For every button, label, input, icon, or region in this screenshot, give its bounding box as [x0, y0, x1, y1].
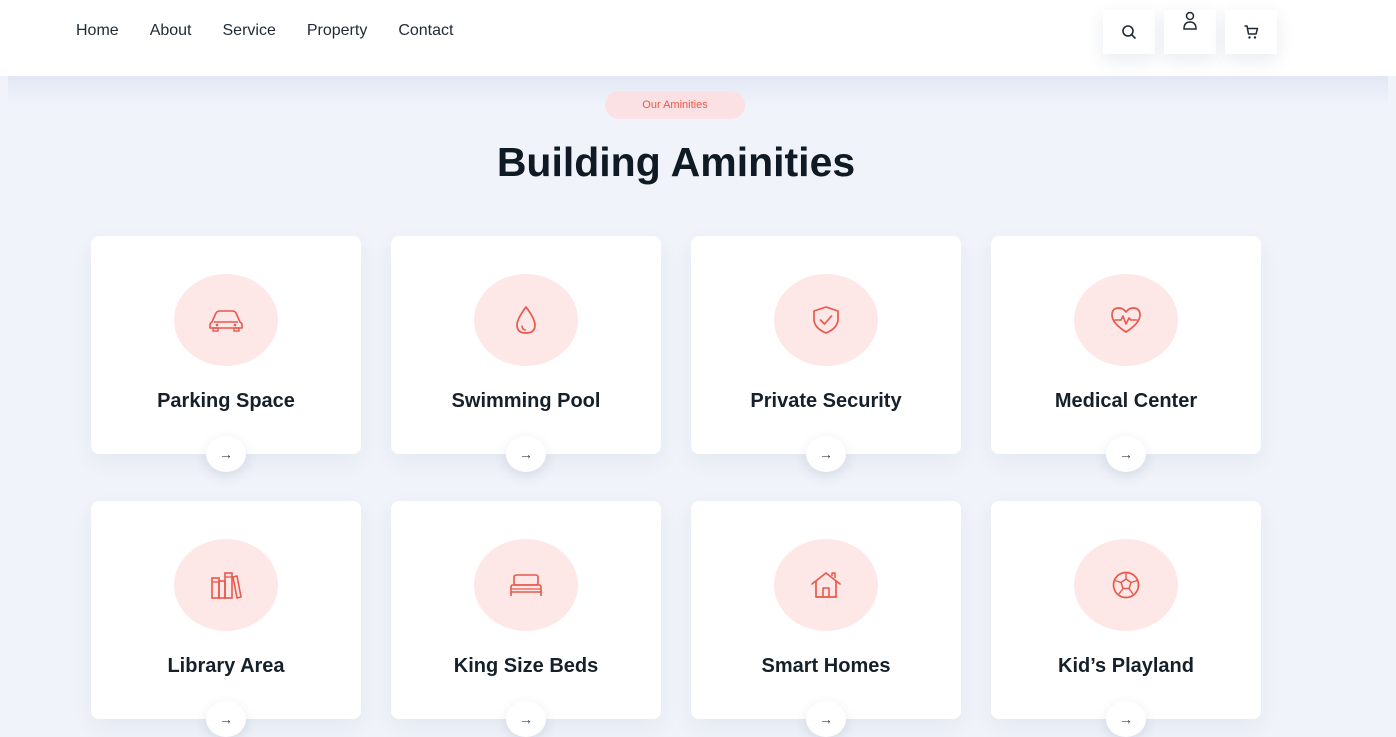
nav-link-service[interactable]: Service [223, 21, 276, 41]
amenity-title: Smart Homes [761, 655, 891, 677]
amenity-title: Medical Center [1054, 390, 1198, 412]
icon-circle [1074, 274, 1178, 366]
amenity-title: Kid’s Playland [1058, 655, 1194, 677]
cart-icon [1244, 25, 1259, 39]
amenity-title: King Size Beds [453, 655, 599, 677]
water-drop-icon [516, 306, 536, 334]
search-icon [1122, 25, 1136, 39]
arrow-right-icon: → [219, 446, 233, 462]
card-arrow-button[interactable]: → [206, 701, 246, 737]
amenity-card-kids-playland[interactable]: Kid’s Playland → [991, 501, 1261, 737]
amenity-title: Parking Space [157, 390, 295, 412]
arrow-right-icon: → [1119, 446, 1133, 462]
books-icon [211, 572, 242, 599]
nav-actions [1103, 10, 1277, 54]
nav-link-property[interactable]: Property [307, 21, 367, 41]
arrow-right-icon: → [519, 446, 533, 462]
card-arrow-button[interactable]: → [506, 701, 546, 737]
top-navbar: Home About Service Property Contact [0, 0, 1396, 76]
home-icon [811, 572, 841, 598]
shield-check-icon [813, 306, 839, 334]
icon-circle [174, 539, 278, 631]
card-arrow-button[interactable]: → [806, 701, 846, 737]
nav-link-home[interactable]: Home [76, 21, 119, 41]
amenity-title: Private Security [750, 390, 902, 412]
amenity-card-king-size-beds[interactable]: King Size Beds → [391, 501, 661, 737]
nav-link-contact[interactable]: Contact [398, 21, 453, 41]
amenity-title: Swimming Pool [451, 390, 601, 412]
section-title: Building Aminities [496, 139, 856, 185]
amenity-card-library-area[interactable]: Library Area → [91, 501, 361, 737]
account-button[interactable] [1164, 10, 1216, 54]
search-button[interactable] [1103, 10, 1155, 54]
amenity-card-swimming-pool[interactable]: Swimming Pool → [391, 236, 661, 472]
amenity-card-parking-space[interactable]: Parking Space → [91, 236, 361, 472]
icon-circle [1074, 539, 1178, 631]
arrow-right-icon: → [519, 711, 533, 727]
section-tag: Our Aminities [605, 91, 745, 119]
car-icon [209, 310, 243, 332]
icon-circle [174, 274, 278, 366]
heart-pulse-icon [1111, 307, 1141, 333]
main-nav: Home About Service Property Contact [76, 21, 453, 41]
icon-circle [774, 274, 878, 366]
arrow-right-icon: → [819, 711, 833, 727]
bed-icon [510, 574, 542, 596]
cart-button[interactable] [1225, 10, 1277, 54]
amenity-title: Library Area [167, 655, 285, 677]
card-arrow-button[interactable]: → [506, 436, 546, 472]
card-arrow-button[interactable]: → [1106, 701, 1146, 737]
arrow-right-icon: → [1119, 711, 1133, 727]
card-arrow-button[interactable]: → [206, 436, 246, 472]
nav-link-about[interactable]: About [150, 21, 192, 41]
amenity-card-private-security[interactable]: Private Security → [691, 236, 961, 472]
soccer-ball-icon [1112, 571, 1140, 599]
card-arrow-button[interactable]: → [806, 436, 846, 472]
arrow-right-icon: → [219, 711, 233, 727]
icon-circle [474, 274, 578, 366]
icon-circle [774, 539, 878, 631]
card-arrow-button[interactable]: → [1106, 436, 1146, 472]
icon-circle [474, 539, 578, 631]
amenity-card-smart-homes[interactable]: Smart Homes → [691, 501, 961, 737]
amenity-card-medical-center[interactable]: Medical Center → [991, 236, 1261, 472]
user-icon [1183, 11, 1197, 30]
arrow-right-icon: → [819, 446, 833, 462]
